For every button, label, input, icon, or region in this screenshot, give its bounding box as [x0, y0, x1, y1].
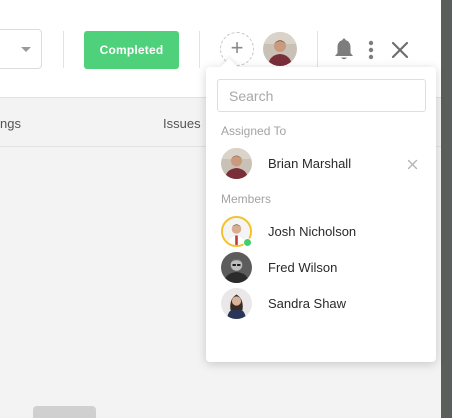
assignee-avatar[interactable]	[263, 32, 297, 66]
assigned-member-row[interactable]: Brian Marshall	[206, 145, 436, 181]
remove-icon[interactable]	[407, 157, 418, 170]
tab-issues[interactable]: Issues	[163, 116, 201, 131]
divider	[199, 31, 200, 68]
member-name: Josh Nicholson	[268, 224, 357, 239]
bell-icon[interactable]	[333, 38, 355, 62]
member-row[interactable]: Fred Wilson	[206, 249, 436, 285]
avatar	[221, 252, 252, 283]
chevron-down-icon	[21, 47, 31, 52]
more-vertical-icon[interactable]	[365, 38, 377, 62]
status-button[interactable]: Completed	[84, 31, 179, 69]
online-status-dot	[243, 238, 252, 247]
task-select[interactable]	[0, 29, 42, 69]
assigned-heading: Assigned To	[221, 124, 287, 138]
avatar	[221, 288, 252, 319]
member-dropdown: Assigned To Brian Marshall Members	[206, 58, 436, 362]
tab-settings[interactable]: ngs	[0, 116, 21, 131]
member-name: Brian Marshall	[268, 156, 352, 171]
plus-icon: +	[230, 35, 244, 60]
member-name: Fred Wilson	[268, 260, 338, 275]
close-icon[interactable]	[390, 40, 410, 60]
search-input[interactable]	[217, 79, 426, 112]
divider	[317, 31, 318, 68]
divider	[63, 31, 64, 68]
avatar-image	[263, 32, 297, 66]
avatar	[221, 148, 252, 179]
footer-button[interactable]	[33, 406, 96, 418]
member-name: Sandra Shaw	[268, 296, 347, 311]
member-row[interactable]: Josh Nicholson	[206, 213, 436, 249]
members-heading: Members	[221, 192, 272, 206]
member-row[interactable]: Sandra Shaw	[206, 285, 436, 321]
